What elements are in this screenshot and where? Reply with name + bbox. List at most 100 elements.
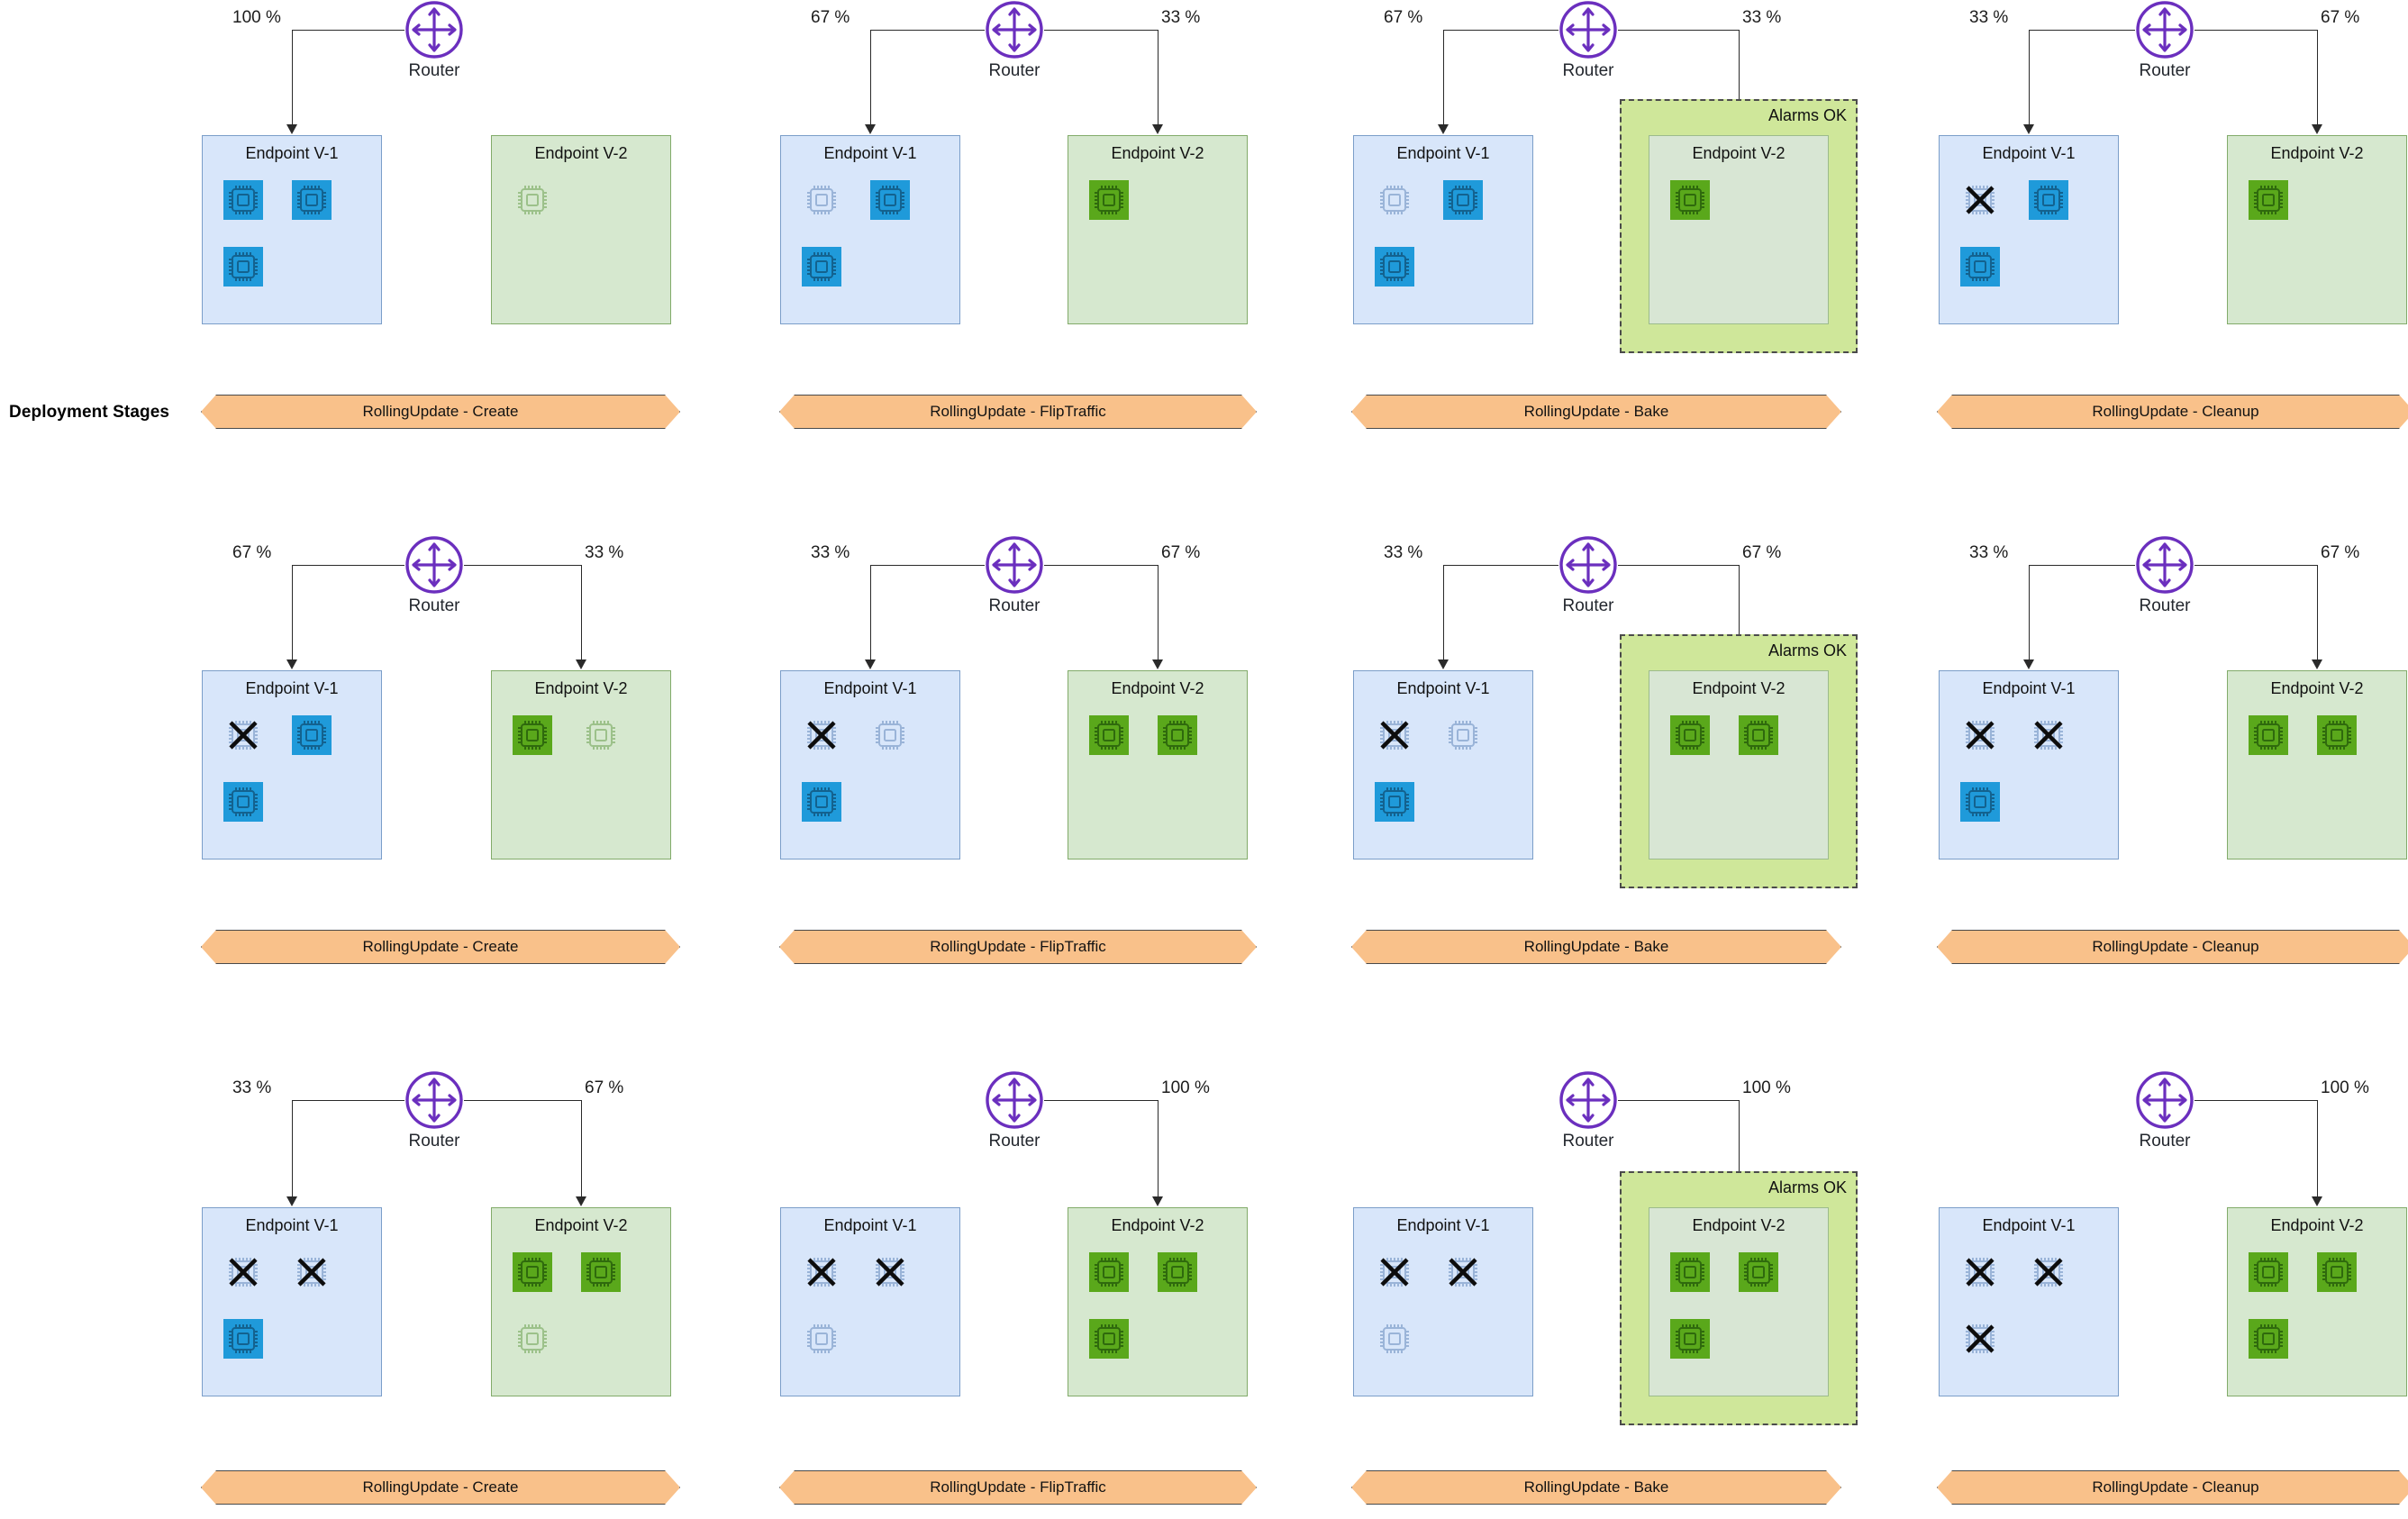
router-node: Router	[404, 1070, 464, 1151]
deployment-stage-label: RollingUpdate - Bake	[1523, 1478, 1669, 1496]
deployment-stages-label: Deployment Stages	[9, 403, 170, 422]
endpoint-v1-box: Endpoint V-1	[780, 1207, 960, 1396]
edge-line-v2	[1618, 1100, 1739, 1101]
chip-active-icon	[291, 714, 332, 756]
chip-idle-icon	[1374, 179, 1415, 221]
edge-line-v2-drop	[2317, 565, 2318, 661]
chip-terminated-icon	[1374, 1251, 1415, 1293]
chip-idle-icon	[1442, 714, 1484, 756]
deployment-stage-label: RollingUpdate - Bake	[1523, 938, 1669, 955]
traffic-percent-v2: 67 %	[2321, 543, 2360, 562]
endpoint-v2-box: Endpoint V-2	[491, 1207, 671, 1396]
edge-arrow-v1	[1438, 124, 1449, 134]
endpoint-v2-box: Endpoint V-2	[1068, 1207, 1248, 1396]
deployment-stage-banner[interactable]: RollingUpdate - Bake	[1351, 395, 1841, 429]
edge-line-v1-drop	[1443, 565, 1444, 661]
endpoint-v1-box: Endpoint V-1	[1939, 1207, 2119, 1396]
deployment-stage-banner[interactable]: RollingUpdate - Cleanup	[1937, 395, 2408, 429]
edge-line-v1-drop	[870, 565, 871, 661]
deployment-stage-label: RollingUpdate - Create	[362, 1478, 519, 1496]
deployment-stage-banner[interactable]: RollingUpdate - FlipTraffic	[779, 930, 1257, 964]
router-label: Router	[988, 1132, 1040, 1151]
endpoint-v2-box: Endpoint V-2	[1649, 670, 1829, 860]
chip-idle-icon	[869, 714, 911, 756]
endpoint-v1-title: Endpoint V-1	[1982, 1216, 2076, 1234]
endpoint-v1-box: Endpoint V-1	[1939, 135, 2119, 324]
endpoint-v2-box: Endpoint V-2	[1649, 1207, 1829, 1396]
chip-terminated-icon	[1959, 1251, 2001, 1293]
edge-line-v1	[292, 565, 404, 566]
edge-line-v2	[1044, 1100, 1158, 1101]
traffic-percent-v1: 67 %	[811, 8, 850, 27]
traffic-percent-v2: 100 %	[2321, 1078, 2369, 1097]
chip-idle-icon	[1374, 1318, 1415, 1360]
deployment-stage-banner[interactable]: RollingUpdate - FlipTraffic	[779, 395, 1257, 429]
traffic-percent-v2: 33 %	[585, 543, 624, 562]
edge-line-v2	[1618, 565, 1739, 566]
edge-line-v1	[870, 30, 985, 31]
edge-line-v1-drop	[292, 565, 293, 661]
chip-terminated-icon	[1959, 1318, 2001, 1360]
deployment-stage-banner[interactable]: RollingUpdate - Bake	[1351, 930, 1841, 964]
endpoint-v2-box: Endpoint V-2	[1068, 135, 1248, 324]
chip-terminated-icon	[1959, 179, 2001, 221]
edge-arrow-v1	[286, 124, 297, 134]
edge-line-v1	[292, 1100, 404, 1101]
router-node: Router	[1558, 1070, 1618, 1151]
deployment-stage-label: RollingUpdate - FlipTraffic	[930, 938, 1106, 955]
traffic-percent-v2: 67 %	[1742, 543, 1782, 562]
deployment-stage-banner[interactable]: RollingUpdate - Cleanup	[1937, 930, 2408, 964]
router-node: Router	[985, 1070, 1044, 1151]
traffic-percent-v1: 67 %	[1384, 8, 1423, 27]
chip-active-icon	[2316, 714, 2358, 756]
chip-active-icon	[2248, 179, 2289, 221]
endpoint-v1-box: Endpoint V-1	[1353, 135, 1533, 324]
router-node: Router	[985, 0, 1044, 80]
edge-arrow-v2	[1152, 124, 1163, 134]
router-node: Router	[404, 535, 464, 615]
edge-line-v1-drop	[2029, 565, 2030, 661]
edge-line-v2	[464, 565, 581, 566]
edge-line-v2	[1044, 30, 1158, 31]
chip-active-icon	[512, 1251, 553, 1293]
router-label: Router	[408, 61, 460, 80]
chip-active-icon	[2248, 714, 2289, 756]
endpoint-v2-box: Endpoint V-2	[1649, 135, 1829, 324]
edge-arrow-v1	[865, 659, 876, 669]
chip-active-icon	[1669, 1251, 1711, 1293]
endpoint-v2-title: Endpoint V-2	[1692, 1216, 1786, 1234]
deployment-stage-banner[interactable]: RollingUpdate - Bake	[1351, 1470, 1841, 1505]
router-label: Router	[1562, 61, 1614, 80]
chip-active-icon	[223, 246, 264, 287]
endpoint-v1-box: Endpoint V-1	[202, 670, 382, 860]
alarms-ok-label: Alarms OK	[1767, 641, 1847, 659]
chip-active-icon	[2028, 179, 2069, 221]
deployment-stage-label: RollingUpdate - FlipTraffic	[930, 403, 1106, 420]
chip-terminated-icon	[223, 714, 264, 756]
chip-active-icon	[1959, 781, 2001, 823]
deployment-stage-label: RollingUpdate - Bake	[1523, 403, 1669, 420]
chip-terminated-icon	[1959, 714, 2001, 756]
edge-arrow-v2	[1152, 1196, 1163, 1206]
router-label: Router	[2139, 61, 2191, 80]
deployment-stage-banner[interactable]: RollingUpdate - Create	[201, 930, 680, 964]
endpoint-v2-title: Endpoint V-2	[2270, 144, 2364, 162]
edge-line-v2	[2194, 1100, 2317, 1101]
chip-active-icon	[1157, 714, 1198, 756]
traffic-percent-v1: 100 %	[232, 8, 281, 27]
traffic-percent-v2: 67 %	[2321, 8, 2360, 27]
deployment-stage-label: RollingUpdate - Cleanup	[2092, 938, 2259, 955]
deployment-stage-banner[interactable]: RollingUpdate - Cleanup	[1937, 1470, 2408, 1505]
edge-line-v2-drop	[581, 1100, 582, 1198]
chip-idle-icon	[580, 714, 622, 756]
chip-active-icon	[801, 781, 842, 823]
chip-idle-icon	[512, 1318, 553, 1360]
deployment-stage-banner[interactable]: RollingUpdate - Create	[201, 1470, 680, 1505]
edge-arrow-v1	[286, 1196, 297, 1206]
deployment-stage-banner[interactable]: RollingUpdate - Create	[201, 395, 680, 429]
deployment-stage-banner[interactable]: RollingUpdate - FlipTraffic	[779, 1470, 1257, 1505]
chip-active-icon	[1157, 1251, 1198, 1293]
chip-active-icon	[1374, 246, 1415, 287]
diagram-canvas: Deployment Stages Router 100 % Endpoint V-…	[0, 0, 2408, 1519]
chip-idle-icon	[512, 179, 553, 221]
